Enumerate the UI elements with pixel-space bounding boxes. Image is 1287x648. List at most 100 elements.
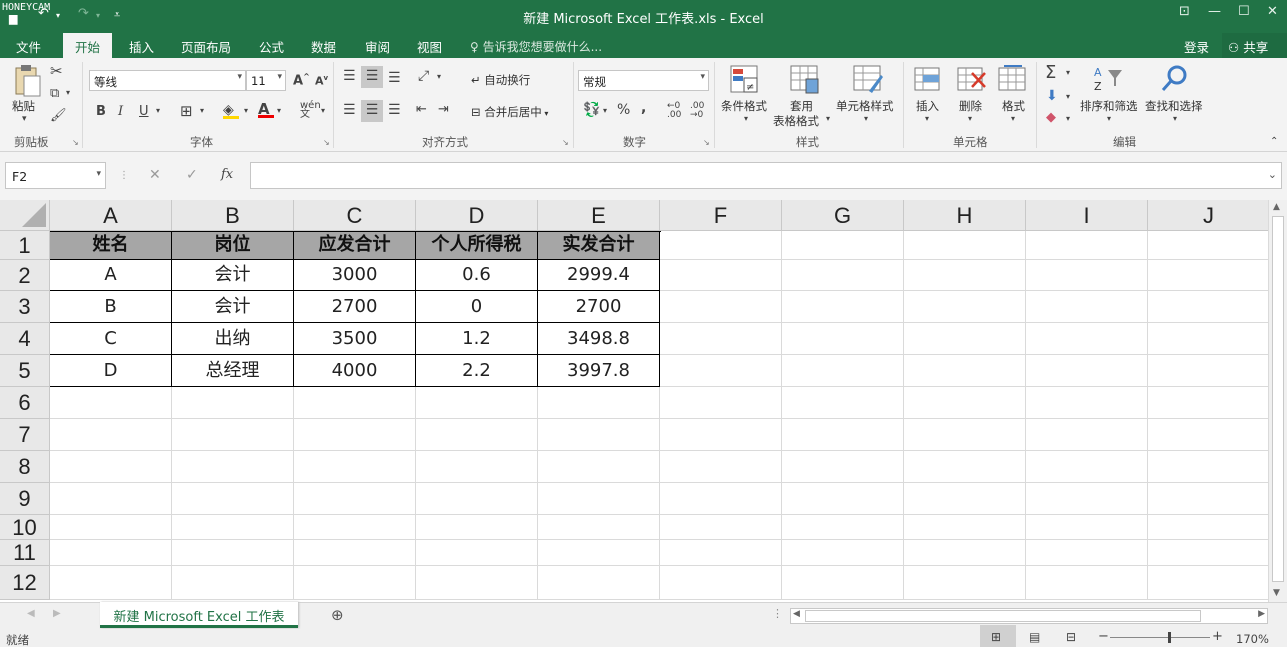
alignment-launcher-icon[interactable]: ↘ xyxy=(562,138,569,147)
cell-e2[interactable]: 2999.4 xyxy=(538,260,660,291)
cell-a4[interactable]: C xyxy=(50,323,172,355)
cell-c4[interactable]: 3500 xyxy=(294,323,416,355)
cell-e3[interactable]: 2700 xyxy=(538,291,660,323)
column-header-d[interactable]: D xyxy=(416,200,538,231)
cell-c8[interactable] xyxy=(294,451,416,483)
cell-j10[interactable] xyxy=(1148,515,1268,540)
horizontal-scrollbar[interactable]: ◀ ▶ xyxy=(790,608,1268,624)
cell-c12[interactable] xyxy=(294,566,416,600)
cell-f5[interactable] xyxy=(660,355,782,387)
vertical-scrollbar[interactable]: ▲ ▼ xyxy=(1268,200,1287,602)
cell-b5[interactable]: 总经理 xyxy=(172,355,294,387)
cell-g6[interactable] xyxy=(782,387,904,419)
border-dropdown-icon[interactable]: ▾ xyxy=(200,106,204,115)
cell-d7[interactable] xyxy=(416,419,538,451)
table-header-cell[interactable]: 岗位 xyxy=(172,231,294,260)
share-button[interactable]: ⚇ 共享 xyxy=(1222,33,1287,58)
cell-f1[interactable] xyxy=(660,231,782,260)
insert-cells-button[interactable]: 插入 xyxy=(916,98,939,114)
align-right-icon[interactable]: ☰ xyxy=(388,102,401,118)
tab-data[interactable]: 数据 xyxy=(311,37,336,56)
cell-f7[interactable] xyxy=(660,419,782,451)
align-middle-icon[interactable]: ☰ xyxy=(361,66,383,88)
cell-h5[interactable] xyxy=(904,355,1026,387)
formula-input[interactable]: ⌄ xyxy=(250,162,1282,189)
cell-e7[interactable] xyxy=(538,419,660,451)
cell-j1[interactable] xyxy=(1148,231,1268,260)
paste-button[interactable]: 粘贴 xyxy=(12,98,35,114)
cell-b6[interactable] xyxy=(172,387,294,419)
cell-a10[interactable] xyxy=(50,515,172,540)
cell-i12[interactable] xyxy=(1026,566,1148,600)
horizontal-scroll-thumb[interactable] xyxy=(805,610,1201,622)
cell-d5[interactable]: 2.2 xyxy=(416,355,538,387)
cell-c10[interactable] xyxy=(294,515,416,540)
cell-e8[interactable] xyxy=(538,451,660,483)
cell-i7[interactable] xyxy=(1026,419,1148,451)
column-header-f[interactable]: F xyxy=(660,200,782,231)
tab-formulas[interactable]: 公式 xyxy=(259,37,284,56)
decrease-decimal-icon[interactable]: .00 →0 xyxy=(690,102,704,120)
login-link[interactable]: 登录 xyxy=(1184,37,1209,56)
font-color-dropdown-icon[interactable]: ▾ xyxy=(277,106,281,115)
tab-file[interactable]: 文件 xyxy=(16,37,41,56)
underline-dropdown-icon[interactable]: ▾ xyxy=(156,106,160,115)
cell-j6[interactable] xyxy=(1148,387,1268,419)
cell-f3[interactable] xyxy=(660,291,782,323)
column-header-j[interactable]: J xyxy=(1148,200,1268,231)
scroll-up-icon[interactable]: ▲ xyxy=(1273,202,1280,212)
cell-c2[interactable]: 3000 xyxy=(294,260,416,291)
cell-a12[interactable] xyxy=(50,566,172,600)
column-header-b[interactable]: B xyxy=(172,200,294,231)
new-sheet-icon[interactable]: ⊕ xyxy=(331,606,344,624)
cell-d9[interactable] xyxy=(416,483,538,515)
cell-f12[interactable] xyxy=(660,566,782,600)
scroll-down-icon[interactable]: ▼ xyxy=(1273,588,1280,598)
decrease-indent-icon[interactable]: ⇤ xyxy=(416,102,427,117)
bold-icon[interactable]: B xyxy=(96,104,106,119)
table-header-cell[interactable]: 姓名 xyxy=(50,231,172,260)
cell-h4[interactable] xyxy=(904,323,1026,355)
cell-i8[interactable] xyxy=(1026,451,1148,483)
cell-h6[interactable] xyxy=(904,387,1026,419)
scroll-left-icon[interactable]: ◀ xyxy=(793,609,800,619)
vertical-scroll-thumb[interactable] xyxy=(1272,216,1284,582)
cell-g3[interactable] xyxy=(782,291,904,323)
comma-icon[interactable]: , xyxy=(641,100,646,116)
cell-b9[interactable] xyxy=(172,483,294,515)
zoom-slider[interactable] xyxy=(1110,637,1210,638)
scroll-right-icon[interactable]: ▶ xyxy=(1258,609,1265,619)
cell-h9[interactable] xyxy=(904,483,1026,515)
enter-icon[interactable]: ✓ xyxy=(186,167,198,183)
row-header-7[interactable]: 7 xyxy=(0,419,50,451)
border-icon[interactable]: ⊞ xyxy=(180,102,193,120)
autosum-dropdown-icon[interactable]: ▾ xyxy=(1066,68,1070,77)
cell-e6[interactable] xyxy=(538,387,660,419)
cell-a2[interactable]: A xyxy=(50,260,172,291)
ribbon-display-icon[interactable]: ⊡ xyxy=(1179,4,1190,19)
cell-a6[interactable] xyxy=(50,387,172,419)
tab-home[interactable]: 开始 xyxy=(63,33,113,58)
cell-f4[interactable] xyxy=(660,323,782,355)
name-box[interactable]: F2 ▾ xyxy=(5,162,106,189)
column-header-e[interactable]: E xyxy=(538,200,660,231)
search-icon[interactable] xyxy=(1160,64,1190,94)
cell-i9[interactable] xyxy=(1026,483,1148,515)
cell-j4[interactable] xyxy=(1148,323,1268,355)
cell-c6[interactable] xyxy=(294,387,416,419)
align-bottom-icon[interactable]: ☰ xyxy=(388,70,401,86)
cell-i10[interactable] xyxy=(1026,515,1148,540)
format-cells-button[interactable]: 格式 xyxy=(1002,98,1025,114)
cell-i3[interactable] xyxy=(1026,291,1148,323)
cell-e4[interactable]: 3498.8 xyxy=(538,323,660,355)
column-header-i[interactable]: I xyxy=(1026,200,1148,231)
cell-b11[interactable] xyxy=(172,540,294,566)
cell-g2[interactable] xyxy=(782,260,904,291)
next-sheet-icon[interactable]: ▶ xyxy=(53,608,61,619)
zoom-slider-thumb[interactable] xyxy=(1168,632,1171,643)
italic-icon[interactable]: I xyxy=(118,104,123,119)
increase-indent-icon[interactable]: ⇥ xyxy=(438,102,449,117)
cell-b12[interactable] xyxy=(172,566,294,600)
cell-j8[interactable] xyxy=(1148,451,1268,483)
conditional-format-icon[interactable]: ≠ xyxy=(730,65,760,95)
